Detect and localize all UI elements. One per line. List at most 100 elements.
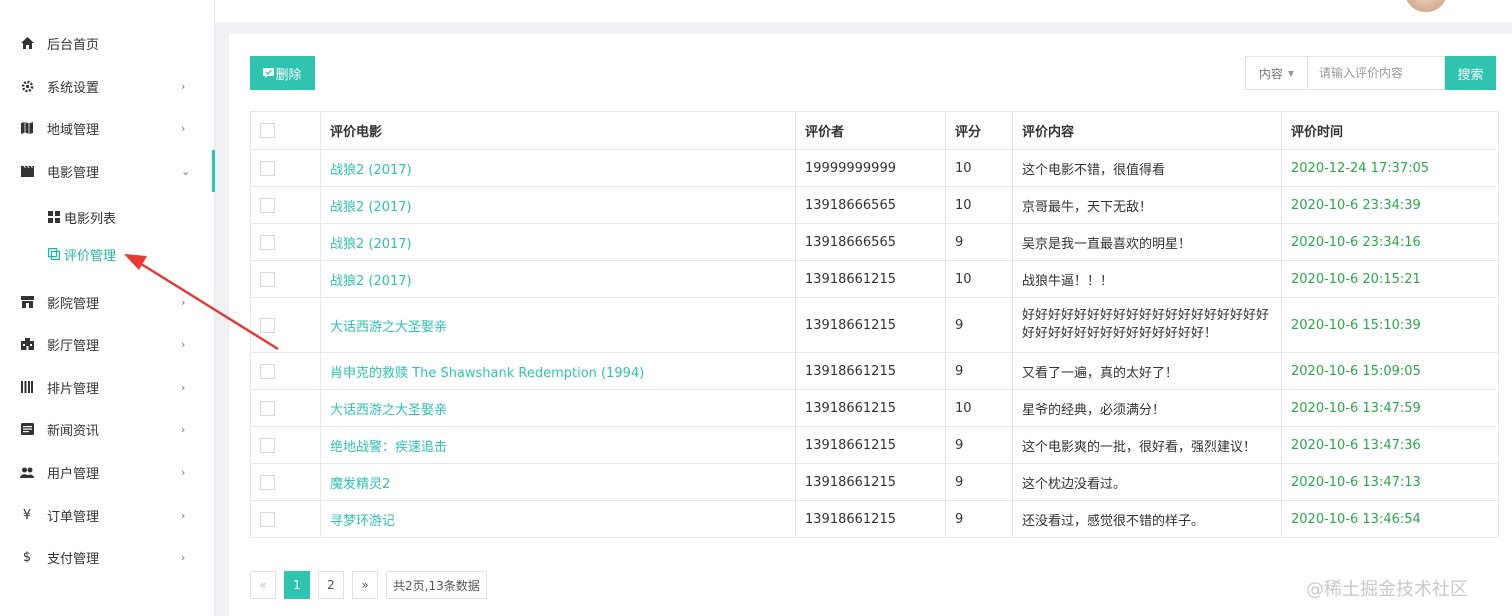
time-cell: 2020-10-6 13:46:54 [1281, 500, 1499, 538]
row-checkbox[interactable] [260, 400, 275, 416]
page-button-2[interactable]: 2 [318, 571, 344, 599]
movie-link[interactable]: 大话西游之大圣娶亲 [320, 389, 796, 427]
sidebar-item-label: 订单管理 [47, 509, 100, 525]
movie-link[interactable]: 魔发精灵2 [320, 463, 796, 501]
pagination-summary: 共2页,13条数据 [386, 571, 487, 599]
submenu-item-label: 电影列表 [64, 211, 117, 227]
table-header-row: 评价电影 评价者 评分 评价内容 评价时间 [250, 111, 1499, 150]
row-select-cell [250, 149, 321, 187]
news-icon [20, 422, 34, 436]
reviews-table: 评价电影 评价者 评分 评价内容 评价时间 战狼2 (2017) 1999999… [250, 111, 1499, 538]
next-page-button[interactable]: » [352, 571, 378, 599]
content-cell: 好好好好好好好好好好好好好好好好好好好好好好好好好好好好好好好好好！ [1012, 297, 1282, 353]
submenu-item-movie-list[interactable]: 电影列表 [47, 205, 116, 229]
column-header-score[interactable]: 评分 [945, 111, 1013, 150]
store-icon [20, 295, 34, 309]
chevron-right-icon: › [181, 550, 186, 564]
movie-link[interactable]: 肖申克的救赎 The Shawshank Redemption (1994) [320, 352, 796, 390]
select-all-checkbox[interactable] [260, 123, 275, 138]
sidebar-item-system-settings[interactable]: 系统设置 › [0, 65, 215, 107]
yen-icon: ¥ [22, 507, 32, 523]
grid-icon [47, 211, 60, 224]
sidebar-item-orders[interactable]: ¥ 订单管理 › [0, 494, 215, 536]
row-checkbox[interactable] [260, 511, 275, 527]
row-checkbox[interactable] [260, 317, 275, 333]
prev-page-button[interactable]: « [250, 571, 276, 599]
sidebar-item-region[interactable]: 地域管理 › [0, 107, 215, 149]
chevron-right-icon: › [181, 422, 186, 436]
row-select-cell [250, 389, 321, 427]
row-checkbox[interactable] [260, 437, 275, 453]
column-header-movie[interactable]: 评价电影 [320, 111, 796, 150]
sidebar-item-home[interactable]: 后台首页 [0, 22, 215, 64]
table-row: 大话西游之大圣娶亲 13918661215 9 好好好好好好好好好好好好好好好好… [250, 297, 1499, 353]
content-cell: 这个枕边没看过。 [1012, 463, 1282, 501]
row-select-cell [250, 223, 321, 261]
row-checkbox[interactable] [260, 234, 275, 250]
chevron-right-icon: › [181, 465, 186, 479]
sidebar-item-halls[interactable]: 影厅管理 › [0, 323, 215, 365]
search-field-select[interactable]: 内容 ▼ [1245, 56, 1308, 90]
row-checkbox[interactable] [260, 474, 275, 490]
sidebar-item-label: 电影管理 [47, 165, 100, 181]
reviewer-cell: 13918661215 [795, 389, 946, 427]
chevron-right-icon: › [181, 337, 186, 351]
movie-link[interactable]: 战狼2 (2017) [320, 223, 796, 261]
avatar[interactable] [1406, 0, 1446, 12]
content-cell: 战狼牛逼！！！ [1012, 260, 1282, 298]
score-cell: 9 [945, 297, 1013, 353]
row-select-cell [250, 500, 321, 538]
movie-link[interactable]: 寻梦环游记 [320, 500, 796, 538]
column-header-reviewer[interactable]: 评价者 [795, 111, 946, 150]
chevron-right-icon: › [181, 295, 186, 309]
delete-button[interactable]: 删除 [250, 56, 315, 90]
row-checkbox[interactable] [260, 271, 275, 287]
table-row: 战狼2 (2017) 13918666565 9 吴京是我一直最喜欢的明星！ 2… [250, 223, 1499, 261]
row-checkbox[interactable] [260, 363, 275, 379]
score-cell: 10 [945, 389, 1013, 427]
movie-link[interactable]: 战狼2 (2017) [320, 149, 796, 187]
column-header-time[interactable]: 评价时间 [1281, 111, 1499, 150]
reviewer-cell: 13918661215 [795, 297, 946, 353]
score-cell: 9 [945, 500, 1013, 538]
search-field-value: 内容 [1258, 66, 1283, 81]
movie-link[interactable]: 绝地战警：疾速追击 [320, 426, 796, 464]
select-all-cell [250, 111, 321, 150]
sidebar: 后台首页 系统设置 › 地域管理 › 电影管理 ⌄ 电影列表 评价管理 影院管理… [0, 0, 215, 616]
search-button[interactable]: 搜索 [1445, 56, 1496, 90]
table-row: 战狼2 (2017) 13918666565 10 京哥最牛，天下无敌！ 202… [250, 186, 1499, 224]
users-icon [20, 465, 34, 479]
time-cell: 2020-10-6 20:15:21 [1281, 260, 1499, 298]
page-button-1[interactable]: 1 [284, 571, 310, 599]
column-header-content[interactable]: 评价内容 [1012, 111, 1282, 150]
score-cell: 9 [945, 426, 1013, 464]
table-row: 战狼2 (2017) 13918661215 10 战狼牛逼！！！ 2020-1… [250, 260, 1499, 298]
reviewer-cell: 13918666565 [795, 223, 946, 261]
map-icon [20, 121, 34, 135]
row-checkbox[interactable] [260, 160, 275, 176]
content-cell: 还没看过，感觉很不错的样子。 [1012, 500, 1282, 538]
content-cell: 吴京是我一直最喜欢的明星！ [1012, 223, 1282, 261]
row-checkbox[interactable] [260, 197, 275, 213]
search-input[interactable] [1308, 56, 1445, 90]
sidebar-item-label: 用户管理 [47, 466, 100, 482]
sidebar-item-users[interactable]: 用户管理 › [0, 451, 215, 493]
submenu-item-review-management[interactable]: 评价管理 [47, 242, 116, 266]
table-row: 大话西游之大圣娶亲 13918661215 10 星爷的经典，必须满分！ 202… [250, 389, 1499, 427]
sidebar-item-movies[interactable]: 电影管理 ⌄ [0, 150, 215, 192]
row-select-cell [250, 260, 321, 298]
table-row: 魔发精灵2 13918661215 9 这个枕边没看过。 2020-10-6 1… [250, 463, 1499, 501]
film-icon [20, 164, 34, 178]
watermark: @稀土掘金技术社区 [1306, 579, 1468, 600]
row-select-cell [250, 352, 321, 390]
chevron-right-icon: › [181, 380, 186, 394]
movie-link[interactable]: 战狼2 (2017) [320, 260, 796, 298]
sidebar-item-payments[interactable]: $ 支付管理 › [0, 536, 215, 578]
movie-link[interactable]: 大话西游之大圣娶亲 [320, 297, 796, 353]
movie-link[interactable]: 战狼2 (2017) [320, 186, 796, 224]
comment-icon [47, 248, 60, 261]
sidebar-item-cinemas[interactable]: 影院管理 › [0, 281, 215, 323]
score-cell: 10 [945, 260, 1013, 298]
sidebar-item-news[interactable]: 新闻资讯 › [0, 408, 215, 450]
sidebar-item-schedules[interactable]: 排片管理 › [0, 366, 215, 408]
